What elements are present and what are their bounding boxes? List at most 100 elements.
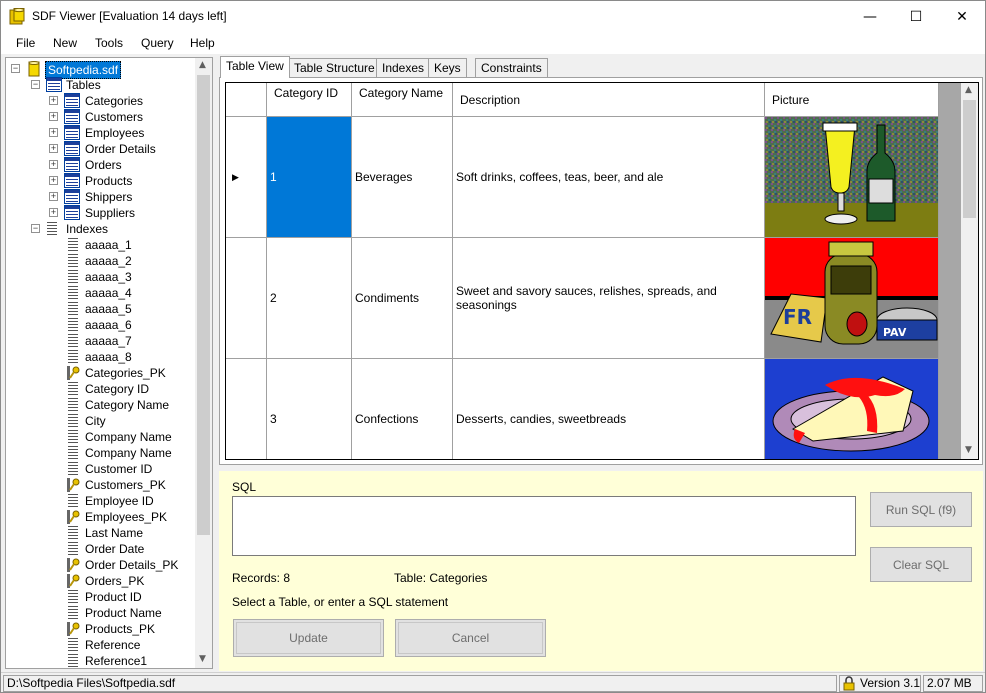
menu-tools[interactable]: Tools <box>95 36 123 50</box>
tree-item-tables[interactable]: − Tables <box>6 77 196 93</box>
tree-item-index[interactable]: aaaaa_8 <box>6 349 196 365</box>
grid-scrollbar[interactable]: ▲ ▼ <box>961 83 978 459</box>
tab-constraints[interactable]: Constraints <box>475 58 548 77</box>
tree-item-index[interactable]: Company Name <box>6 445 196 461</box>
tree-scroll-thumb[interactable] <box>197 75 210 535</box>
row-header[interactable]: ▶ <box>226 117 267 238</box>
tree-item-index[interactable]: aaaaa_7 <box>6 333 196 349</box>
expand-icon[interactable]: + <box>49 160 58 169</box>
table-cell[interactable]: Soft drinks, coffees, teas, beer, and al… <box>453 117 765 238</box>
expand-icon[interactable]: + <box>49 144 58 153</box>
tree-item-index[interactable]: Order Date <box>6 541 196 557</box>
tree-item-index[interactable]: Product ID <box>6 589 196 605</box>
tree-item-table[interactable]: + Categories <box>6 93 196 109</box>
scroll-down-icon[interactable]: ▼ <box>965 445 972 455</box>
tree-item-table[interactable]: + Order Details <box>6 141 196 157</box>
expand-icon[interactable]: + <box>49 176 58 185</box>
tree-item-indexes[interactable]: − Indexes <box>6 221 196 237</box>
tree-item-index[interactable]: Last Name <box>6 525 196 541</box>
beverages-picture[interactable] <box>765 117 939 238</box>
column-header-picture[interactable]: Picture <box>765 83 939 117</box>
scroll-down-icon[interactable]: ▼ <box>199 654 206 664</box>
tree-item-index[interactable]: aaaaa_6 <box>6 317 196 333</box>
status-path: D:\Softpedia Files\Softpedia.sdf <box>3 675 837 692</box>
table-cell[interactable]: Condiments <box>352 238 453 359</box>
tree-item-index[interactable]: Customers_PK <box>6 477 196 493</box>
row-header[interactable] <box>226 238 267 359</box>
tree-item-database[interactable]: − Softpedia.sdf <box>6 61 196 79</box>
maximize-button[interactable]: ☐ <box>893 1 939 32</box>
condiments-picture[interactable]: FR PAV <box>765 238 939 359</box>
tree-item-index[interactable]: Customer ID <box>6 461 196 477</box>
menu-new[interactable]: New <box>53 36 77 50</box>
table-cell[interactable]: Confections <box>352 359 453 459</box>
tree-item-index[interactable]: Category Name <box>6 397 196 413</box>
tree-item-index[interactable]: Employee ID <box>6 493 196 509</box>
expand-icon[interactable]: + <box>49 96 58 105</box>
close-button[interactable]: ✕ <box>939 1 985 32</box>
collapse-icon[interactable]: − <box>31 80 40 89</box>
tree-item-index[interactable]: City <box>6 413 196 429</box>
tab-keys[interactable]: Keys <box>428 58 467 77</box>
tree-item-index[interactable]: aaaaa_1 <box>6 237 196 253</box>
tree-item-index[interactable]: Orders_PK <box>6 573 196 589</box>
expand-icon[interactable]: + <box>49 208 58 217</box>
tab-indexes[interactable]: Indexes <box>376 58 431 77</box>
run-sql-button[interactable]: Run SQL (f9) <box>870 492 972 527</box>
tree-item-index[interactable]: Order Details_PK <box>6 557 196 573</box>
column-header-description[interactable]: Description <box>453 83 765 117</box>
table-cell[interactable]: 3 <box>267 359 352 459</box>
index-icon <box>68 382 78 396</box>
tree-item-table[interactable]: + Customers <box>6 109 196 125</box>
expand-icon[interactable]: + <box>49 112 58 121</box>
row-header[interactable] <box>226 359 267 459</box>
tree-item-table[interactable]: + Products <box>6 173 196 189</box>
tree-item-index[interactable]: aaaaa_5 <box>6 301 196 317</box>
tree-item-index[interactable]: Product Name <box>6 605 196 621</box>
tree-item-index[interactable]: Categories_PK <box>6 365 196 381</box>
menu-file[interactable]: File <box>16 36 35 50</box>
table-cell[interactable]: Sweet and savory sauces, relishes, sprea… <box>453 238 765 359</box>
collapse-icon[interactable]: − <box>11 64 20 73</box>
scroll-up-icon[interactable]: ▲ <box>965 85 972 95</box>
tree-item-index[interactable]: Reference1 <box>6 653 196 668</box>
table-cell[interactable]: Desserts, candies, sweetbreads <box>453 359 765 459</box>
menu-help[interactable]: Help <box>190 36 215 50</box>
tab-table-view[interactable]: Table View <box>220 56 290 78</box>
tab-table-structure[interactable]: Table Structure <box>288 58 381 77</box>
sql-input[interactable] <box>232 496 856 556</box>
tree-item-index[interactable]: Category ID <box>6 381 196 397</box>
tree-item-table[interactable]: + Shippers <box>6 189 196 205</box>
column-header-category-id[interactable]: Category ID <box>267 83 352 117</box>
minimize-button[interactable]: — <box>847 1 893 32</box>
scroll-up-icon[interactable]: ▲ <box>199 60 206 70</box>
update-button[interactable]: Update <box>233 619 384 657</box>
index-label: Reference <box>85 638 141 652</box>
tree-scrollbar[interactable]: ▲ ▼ <box>195 58 212 668</box>
expand-icon[interactable]: + <box>49 128 58 137</box>
table-cell[interactable]: Beverages <box>352 117 453 238</box>
tree-item-table[interactable]: + Suppliers <box>6 205 196 221</box>
column-header-category-name[interactable]: Category Name <box>352 83 453 117</box>
table-cell[interactable]: 1 <box>267 117 352 238</box>
tree-item-index[interactable]: Reference <box>6 637 196 653</box>
table-label: Categories <box>85 94 144 108</box>
tree-item-table[interactable]: + Employees <box>6 125 196 141</box>
clear-sql-button[interactable]: Clear SQL <box>870 547 972 582</box>
tree-item-index[interactable]: aaaaa_4 <box>6 285 196 301</box>
tree-item-index[interactable]: aaaaa_3 <box>6 269 196 285</box>
tree-item-table[interactable]: + Orders <box>6 157 196 173</box>
tree-item-index[interactable]: Company Name <box>6 429 196 445</box>
menu-query[interactable]: Query <box>141 36 174 50</box>
cancel-button[interactable]: Cancel <box>395 619 546 657</box>
database-tree[interactable]: − Softpedia.sdf − Tables + Categories + Custome… <box>5 57 213 669</box>
tree-item-index[interactable]: aaaaa_2 <box>6 253 196 269</box>
confections-picture[interactable] <box>765 359 939 459</box>
tree-item-index[interactable]: Employees_PK <box>6 509 196 525</box>
table-cell[interactable]: 2 <box>267 238 352 359</box>
grid-scroll-thumb[interactable] <box>963 100 976 218</box>
collapse-icon[interactable]: − <box>31 224 40 233</box>
tree-item-index[interactable]: Products_PK <box>6 621 196 637</box>
data-grid[interactable]: Category ID Category Name Description Pi… <box>225 82 979 460</box>
expand-icon[interactable]: + <box>49 192 58 201</box>
